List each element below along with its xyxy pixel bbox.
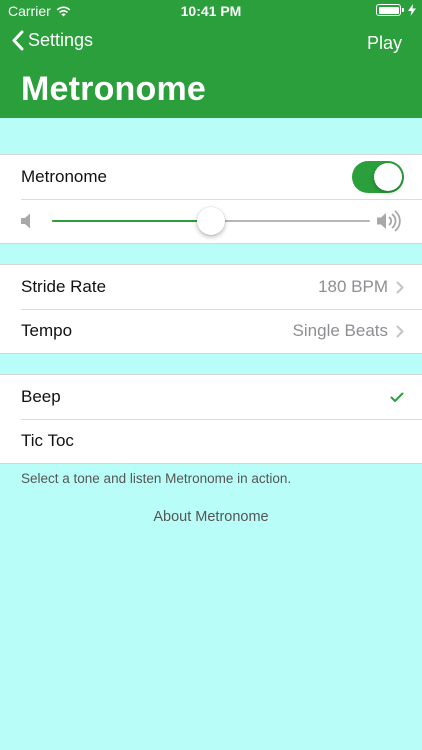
chevron-right-icon [396,325,404,338]
volume-slider-row [0,199,422,243]
back-label: Settings [28,30,94,50]
back-chevron-icon [12,30,24,51]
metronome-toggle[interactable] [352,161,404,193]
volume-high-icon [377,210,401,232]
page-title: Metronome [21,70,207,108]
back-button[interactable]: Settings [12,30,93,51]
checkmark-icon [390,392,404,402]
status-bar: Carrier 10:41 PM [0,0,422,22]
tempo-label: Tempo [21,321,73,340]
tone-label: Beep [21,387,61,406]
header: Carrier 10:41 PM Settings Play Metronome [0,0,422,118]
status-right [376,4,416,16]
volume-slider-fill [52,220,211,222]
about-metronome-link[interactable]: About Metronome [0,509,422,525]
volume-low-icon [21,213,30,229]
tempo-value: Single Beats [292,321,388,340]
settings-group: Stride Rate 180 BPM Tempo Single Beats [0,264,422,354]
metronome-group: Metronome [0,154,422,244]
stride-rate-value: 180 BPM [318,277,388,296]
volume-slider-thumb[interactable] [197,207,225,235]
stride-rate-row[interactable]: Stride Rate 180 BPM [0,265,422,309]
tone-row-tictoc[interactable]: Tic Toc [0,419,422,463]
tempo-row[interactable]: Tempo Single Beats [0,309,422,353]
tone-row-beep[interactable]: Beep [0,375,422,419]
stride-rate-label: Stride Rate [21,277,107,296]
tone-footer-note: Select a tone and listen Metronome in ac… [21,471,292,486]
metronome-toggle-row: Metronome [0,155,422,199]
battery-icon [376,4,404,16]
play-button[interactable]: Play [367,33,402,54]
tone-label: Tic Toc [21,431,74,450]
tone-group: Beep Tic Toc [0,374,422,464]
status-time: 10:41 PM [180,3,242,19]
charging-bolt-icon [408,4,416,16]
metronome-toggle-label: Metronome [21,167,107,186]
chevron-right-icon [396,281,404,294]
